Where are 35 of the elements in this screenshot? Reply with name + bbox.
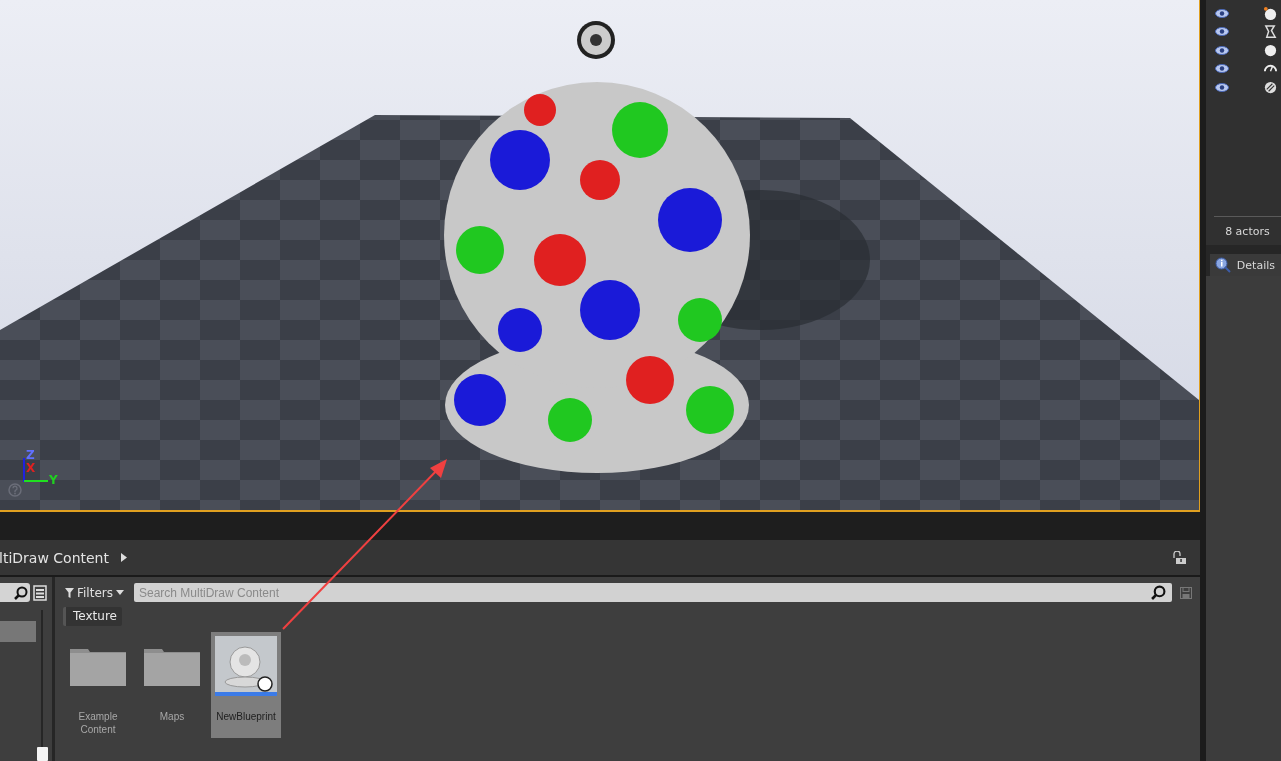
search-icon xyxy=(14,585,28,600)
dropdown-arrow-icon xyxy=(116,590,124,595)
search-icon xyxy=(1151,585,1166,600)
asset-tile[interactable]: Maps xyxy=(137,632,207,738)
axis-label: X xyxy=(26,462,36,474)
filter-chip[interactable]: Texture xyxy=(63,607,122,626)
caret-icon[interactable] xyxy=(120,553,127,562)
axis-label: Z xyxy=(26,449,35,461)
lock-icon[interactable] xyxy=(1172,550,1186,565)
actor-count: 8 actors xyxy=(1225,224,1270,238)
light-icon xyxy=(1263,5,1278,21)
eye-icon[interactable] xyxy=(1214,82,1229,92)
save-icon[interactable] xyxy=(1180,586,1192,599)
eye-icon[interactable] xyxy=(1214,64,1229,74)
eye-icon[interactable] xyxy=(1214,45,1229,55)
filters-button[interactable]: Filters xyxy=(63,583,126,602)
search-field[interactable]: Search MultiDraw Content xyxy=(134,583,1172,602)
eye-icon[interactable] xyxy=(1214,27,1229,37)
light-icon xyxy=(577,21,615,59)
blueprint-thumbnail xyxy=(215,636,277,696)
viewport-panel[interactable]: Z X Y xyxy=(0,0,1200,512)
asset-tile[interactable]: Example Content xyxy=(63,632,133,738)
scrollbar-thumb[interactable] xyxy=(37,747,48,761)
list-icon[interactable] xyxy=(33,584,47,601)
content-browser-title: ltiDraw Content xyxy=(0,549,109,566)
search-field[interactable] xyxy=(0,583,30,602)
magnifier-info-icon xyxy=(1214,257,1231,273)
folder-icon xyxy=(144,646,200,686)
folder-icon xyxy=(70,646,126,686)
asset-tile[interactable]: NewBlueprint xyxy=(211,632,281,738)
axis-label: Y xyxy=(49,474,58,486)
sphere-icon xyxy=(1263,42,1278,58)
funnel-icon xyxy=(65,587,74,598)
details-tab[interactable]: Details xyxy=(1209,254,1281,276)
eye-icon[interactable] xyxy=(1214,8,1229,18)
